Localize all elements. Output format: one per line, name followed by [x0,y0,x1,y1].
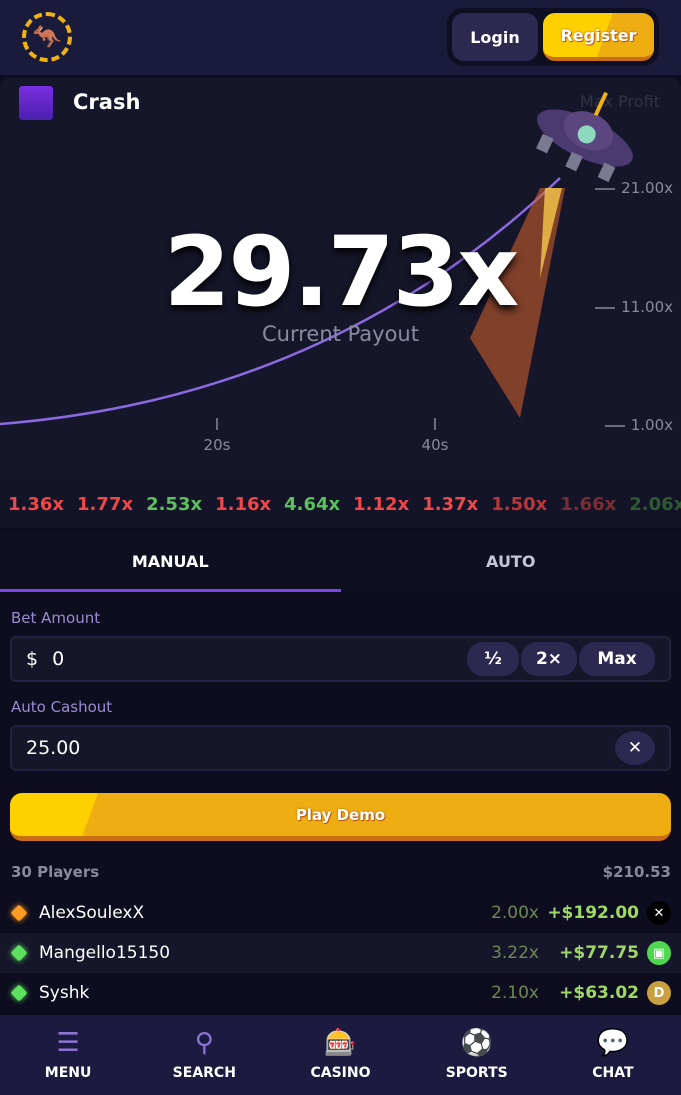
current-payout-label: Current Payout [262,322,419,346]
xrp-coin-icon: ✕ [647,901,671,925]
players-total: $210.53 [602,863,671,881]
player-row: Mangello15150 3.22x +$77.75 ▣ [0,933,681,973]
rank-gem-icon [10,984,28,1002]
history-multiplier[interactable]: 1.66x [560,494,616,515]
rank-gem-icon [10,904,28,922]
y-tick: 11.00x [595,298,673,316]
nav-label: MENU [44,1065,92,1081]
close-icon: ✕ [627,738,643,758]
players-count: 30 Players [11,863,100,881]
soccer-ball-icon: ⚽ [460,1028,493,1058]
history-multiplier[interactable]: 2.53x [146,494,202,515]
current-payout: 29.73x [163,216,520,328]
player-multiplier: 2.10x [491,983,539,1003]
register-button[interactable]: Register [543,13,654,61]
bet-amount-value[interactable]: 0 [52,648,465,670]
nav-chat[interactable]: 💬 CHAT [545,1015,681,1095]
player-name[interactable]: Mangello15150 [39,943,449,963]
tab-manual[interactable]: MANUAL [0,530,341,592]
nav-menu[interactable]: ☰ MENU [0,1015,136,1095]
doge-coin-icon: D [647,981,671,1005]
history-multiplier[interactable]: 1.16x [215,494,271,515]
history-multiplier[interactable]: 4.64x [284,494,340,515]
max-bet-button[interactable]: Max [579,642,655,676]
bet-amount-input[interactable]: $ 0 ½ 2× Max [10,636,671,682]
history-multiplier[interactable]: 1.12x [353,494,409,515]
y-tick: 21.00x [595,179,673,197]
rank-gem-icon [10,944,28,962]
nav-label: CASINO [310,1065,371,1081]
x-tick: 20s [197,418,237,454]
auto-cashout-input[interactable]: 25.00 ✕ [10,725,671,771]
half-bet-button[interactable]: ½ [467,642,519,676]
nav-label: SEARCH [172,1065,236,1081]
player-name[interactable]: Syshk [39,983,449,1003]
history-multiplier[interactable]: 1.77x [77,494,133,515]
payout-history: 1.36x 1.77x 2.53x 1.16x 4.64x 1.12x 1.37x 1.50x… [0,480,681,528]
history-multiplier[interactable]: 2.06x [629,494,681,515]
auth-buttons: Login Register [447,8,659,66]
nav-casino[interactable]: 🎰 CASINO [272,1015,408,1095]
bottom-nav: ☰ MENU ⚲ SEARCH 🎰 CASINO ⚽ SPORTS 💬 CHAT [0,1015,681,1095]
player-multiplier: 3.22x [491,943,539,963]
x-tick: 40s [415,418,455,454]
y-tick: 1.00x [605,416,673,434]
tab-auto[interactable]: AUTO [341,530,681,592]
spaceship-icon [536,91,633,183]
bet-mode-tabs: MANUAL AUTO [0,530,681,592]
nav-label: CHAT [592,1065,634,1081]
nav-label: SPORTS [445,1065,508,1081]
history-multiplier[interactable]: 1.36x [8,494,64,515]
player-multiplier: 2.00x [491,903,539,923]
players-header: 30 Players $210.53 [11,863,671,881]
nav-search[interactable]: ⚲ SEARCH [136,1015,272,1095]
play-demo-button[interactable]: Play Demo [10,793,671,841]
menu-icon: ☰ [56,1028,80,1058]
player-win: +$192.00 [547,903,639,923]
double-bet-button[interactable]: 2× [521,642,577,676]
nav-sports[interactable]: ⚽ SPORTS [409,1015,545,1095]
slot-machine-icon: 🎰 [324,1028,357,1058]
currency-symbol: $ [26,648,39,670]
history-multiplier[interactable]: 1.37x [422,494,478,515]
login-button[interactable]: Login [452,13,538,61]
player-name[interactable]: AlexSoulexX [39,903,449,923]
chat-icon: 💬 [596,1028,630,1058]
history-multiplier[interactable]: 1.50x [491,494,547,515]
auto-cashout-value[interactable]: 25.00 [26,737,613,759]
bet-amount-label: Bet Amount [11,609,101,627]
player-win: +$63.02 [559,983,639,1003]
header: 🦘 Login Register [0,0,681,75]
player-row: AlexSoulexX 2.00x +$192.00 ✕ [0,893,681,933]
clear-cashout-button[interactable]: ✕ [615,731,655,765]
crash-game-canvas: Crash Max Profit 29.73x Current Payout 2… [0,78,681,480]
player-win: +$77.75 [559,943,639,963]
search-icon: ⚲ [194,1028,214,1058]
kangaroo-coin-icon[interactable]: 🦘 [22,12,72,62]
auto-cashout-label: Auto Cashout [11,698,113,716]
cash-coin-icon: ▣ [647,941,671,965]
player-row: Syshk 2.10x +$63.02 D [0,973,681,1013]
